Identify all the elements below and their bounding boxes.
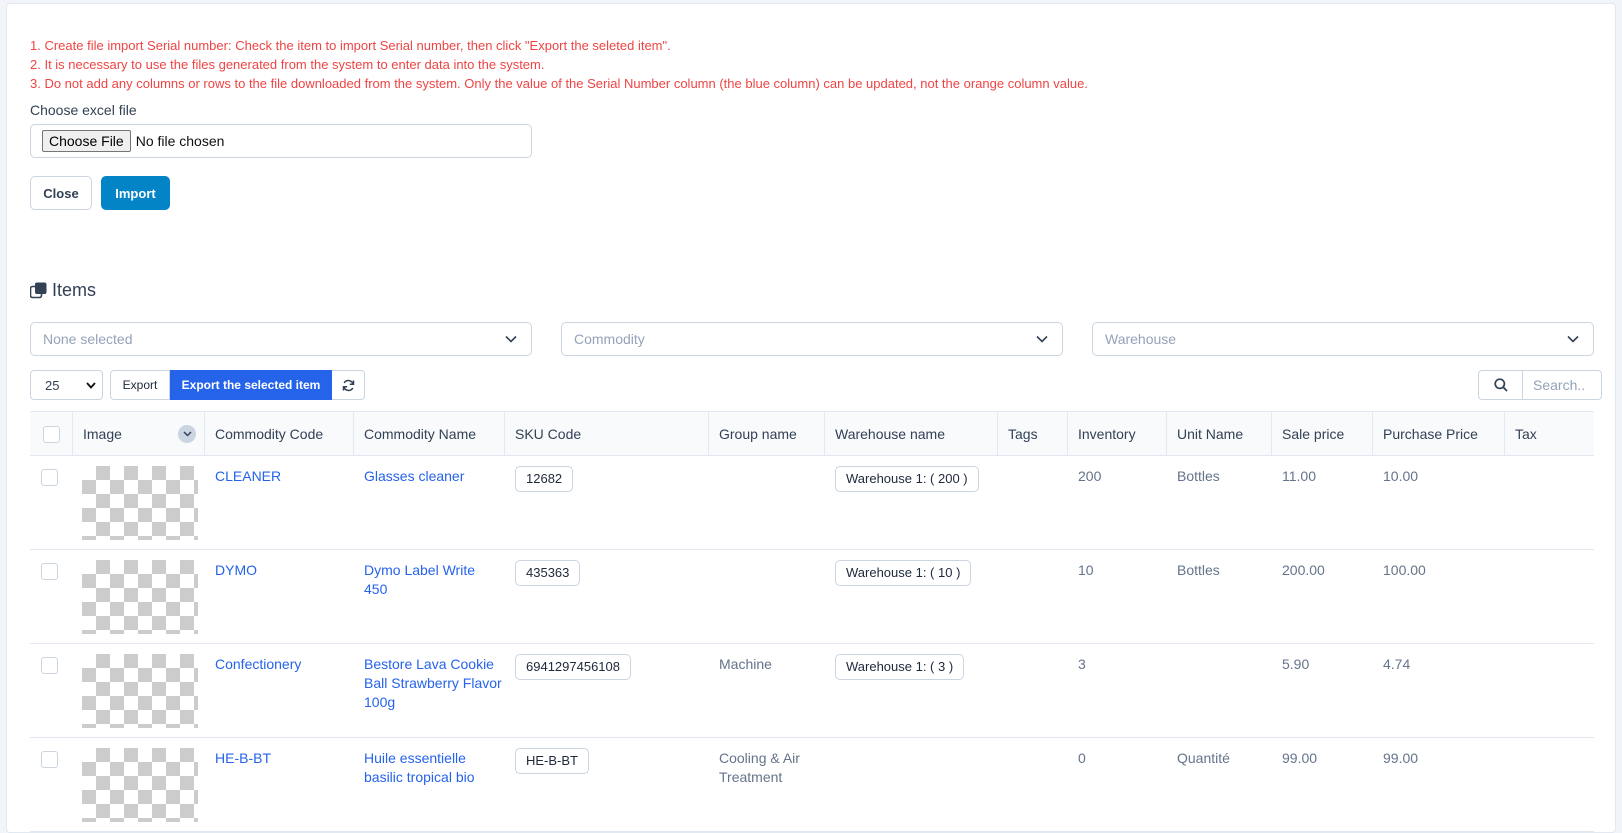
header-commodity-name[interactable]: Commodity Name [354,412,505,456]
row-checkbox[interactable] [41,469,58,486]
item-image-placeholder [82,560,198,634]
header-sale-price[interactable]: Sale price [1272,412,1373,456]
table-row: Confectionery Bestore Lava Cookie Ball S… [30,644,1594,738]
instruction-3: 3. Do not add any columns or rows to the… [30,76,1088,91]
commodity-name-link[interactable]: Dymo Label Write 450 [364,561,494,599]
sku-code-badge: 12682 [515,466,574,492]
group-name: Cooling & Air Treatment [719,750,800,785]
items-heading: Items [30,280,96,301]
file-status: No file chosen [135,133,225,149]
warehouse-badge: Warehouse 1: ( 3 ) [835,654,965,680]
item-image-placeholder [82,748,198,822]
items-table: Image Commodity Code Commodity Name SKU … [30,411,1594,832]
inventory-value: 0 [1078,750,1086,766]
group-filter-select[interactable]: None selected [30,322,532,356]
file-label: Choose excel file [30,102,137,118]
table-row: CLEANER Glasses cleaner 12682 Warehouse … [30,456,1594,550]
header-inventory[interactable]: Inventory [1068,412,1167,456]
table-row: HE-B-BT Huile essentielle basilic tropic… [30,738,1594,832]
export-button[interactable]: Export [110,370,170,400]
choose-file-button[interactable]: Choose File [42,130,131,152]
sale-price: 11.00 [1282,468,1316,484]
page-size-select[interactable]: 25 [30,370,103,400]
unit-name: Quantité [1177,750,1230,766]
commodity-code-link[interactable]: HE-B-BT [215,749,355,768]
warehouse-filter-select[interactable]: Warehouse [1092,322,1594,356]
unit-name: Bottles [1177,562,1220,578]
select-all-cell [30,412,73,456]
chevron-down-icon [505,335,517,343]
group-name: Machine [719,656,772,672]
table-header: Image Commodity Code Commodity Name SKU … [30,411,1594,456]
header-image-label: Image [83,426,122,442]
refresh-button[interactable] [332,370,365,400]
select-all-checkbox[interactable] [42,425,60,443]
header-sku-code[interactable]: SKU Code [505,412,709,456]
search-box: Search.. [1478,370,1602,400]
commodity-code-link[interactable]: Confectionery [215,655,355,674]
instruction-1: 1. Create file import Serial number: Che… [30,38,671,53]
header-unit-name[interactable]: Unit Name [1167,412,1272,456]
items-title: Items [52,280,97,300]
clone-icon [30,282,47,299]
chevron-down-icon [1567,335,1579,343]
search-input[interactable]: Search.. [1523,370,1602,400]
purchase-price: 10.00 [1383,468,1419,484]
purchase-price: 100.00 [1383,562,1426,578]
export-selected-button[interactable]: Export the selected item [170,370,332,400]
file-input[interactable]: Choose File No file chosen [30,124,532,158]
commodity-code-link[interactable]: CLEANER [215,467,355,486]
table-row: DYMO Dymo Label Write 450 435363 Warehou… [30,550,1594,644]
header-group-name[interactable]: Group name [709,412,825,456]
unit-name: Bottles [1177,468,1220,484]
sale-price: 5.90 [1282,656,1310,672]
item-image-placeholder [82,466,198,540]
commodity-name-link[interactable]: Glasses cleaner [364,467,502,486]
page-size-value: 25 [45,377,60,393]
sku-code-badge: 6941297456108 [515,654,631,680]
export-button-group: Export Export the selected item [110,370,365,400]
instruction-2: 2. It is necessary to use the files gene… [30,57,545,72]
row-checkbox[interactable] [41,657,58,674]
group-filter-value: None selected [43,331,133,347]
refresh-icon [342,379,354,391]
sku-code-badge: 435363 [515,560,581,586]
warehouse-filter-value: Warehouse [1105,331,1177,347]
chevron-down-icon [1036,335,1048,343]
search-icon [1493,378,1508,392]
commodity-code-link[interactable]: DYMO [215,561,355,580]
search-button[interactable] [1478,370,1523,400]
inventory-value: 10 [1078,562,1094,578]
warehouse-badge: Warehouse 1: ( 10 ) [835,560,972,586]
warehouse-badge: Warehouse 1: ( 200 ) [835,466,979,492]
sku-code-badge: HE-B-BT [515,748,589,774]
chevron-down-icon [86,381,96,389]
close-button[interactable]: Close [30,176,92,210]
row-checkbox[interactable] [41,751,58,768]
commodity-name-link[interactable]: Bestore Lava Cookie Ball Strawberry Flav… [364,655,502,712]
header-tax[interactable]: Tax [1505,412,1594,456]
purchase-price: 99.00 [1383,750,1419,766]
commodity-name-link[interactable]: Huile essentielle basilic tropical bio [364,749,490,787]
import-panel: 1. Create file import Serial number: Che… [6,3,1616,833]
header-purchase-price[interactable]: Purchase Price [1373,412,1505,456]
header-tags[interactable]: Tags [998,412,1068,456]
instructions: 1. Create file import Serial number: Che… [30,36,1088,93]
inventory-value: 3 [1078,656,1086,672]
header-image[interactable]: Image [73,412,205,456]
column-toggle-button[interactable] [178,425,196,443]
sale-price: 200.00 [1282,562,1325,578]
header-commodity-code[interactable]: Commodity Code [205,412,354,456]
item-image-placeholder [82,654,198,728]
chevron-down-icon [182,431,192,437]
sale-price: 99.00 [1282,750,1318,766]
inventory-value: 200 [1078,468,1102,484]
commodity-filter-select[interactable]: Commodity [561,322,1063,356]
row-checkbox[interactable] [41,563,58,580]
header-warehouse-name[interactable]: Warehouse name [825,412,998,456]
commodity-filter-value: Commodity [574,331,645,347]
purchase-price: 4.74 [1383,656,1411,672]
import-button[interactable]: Import [101,176,170,210]
